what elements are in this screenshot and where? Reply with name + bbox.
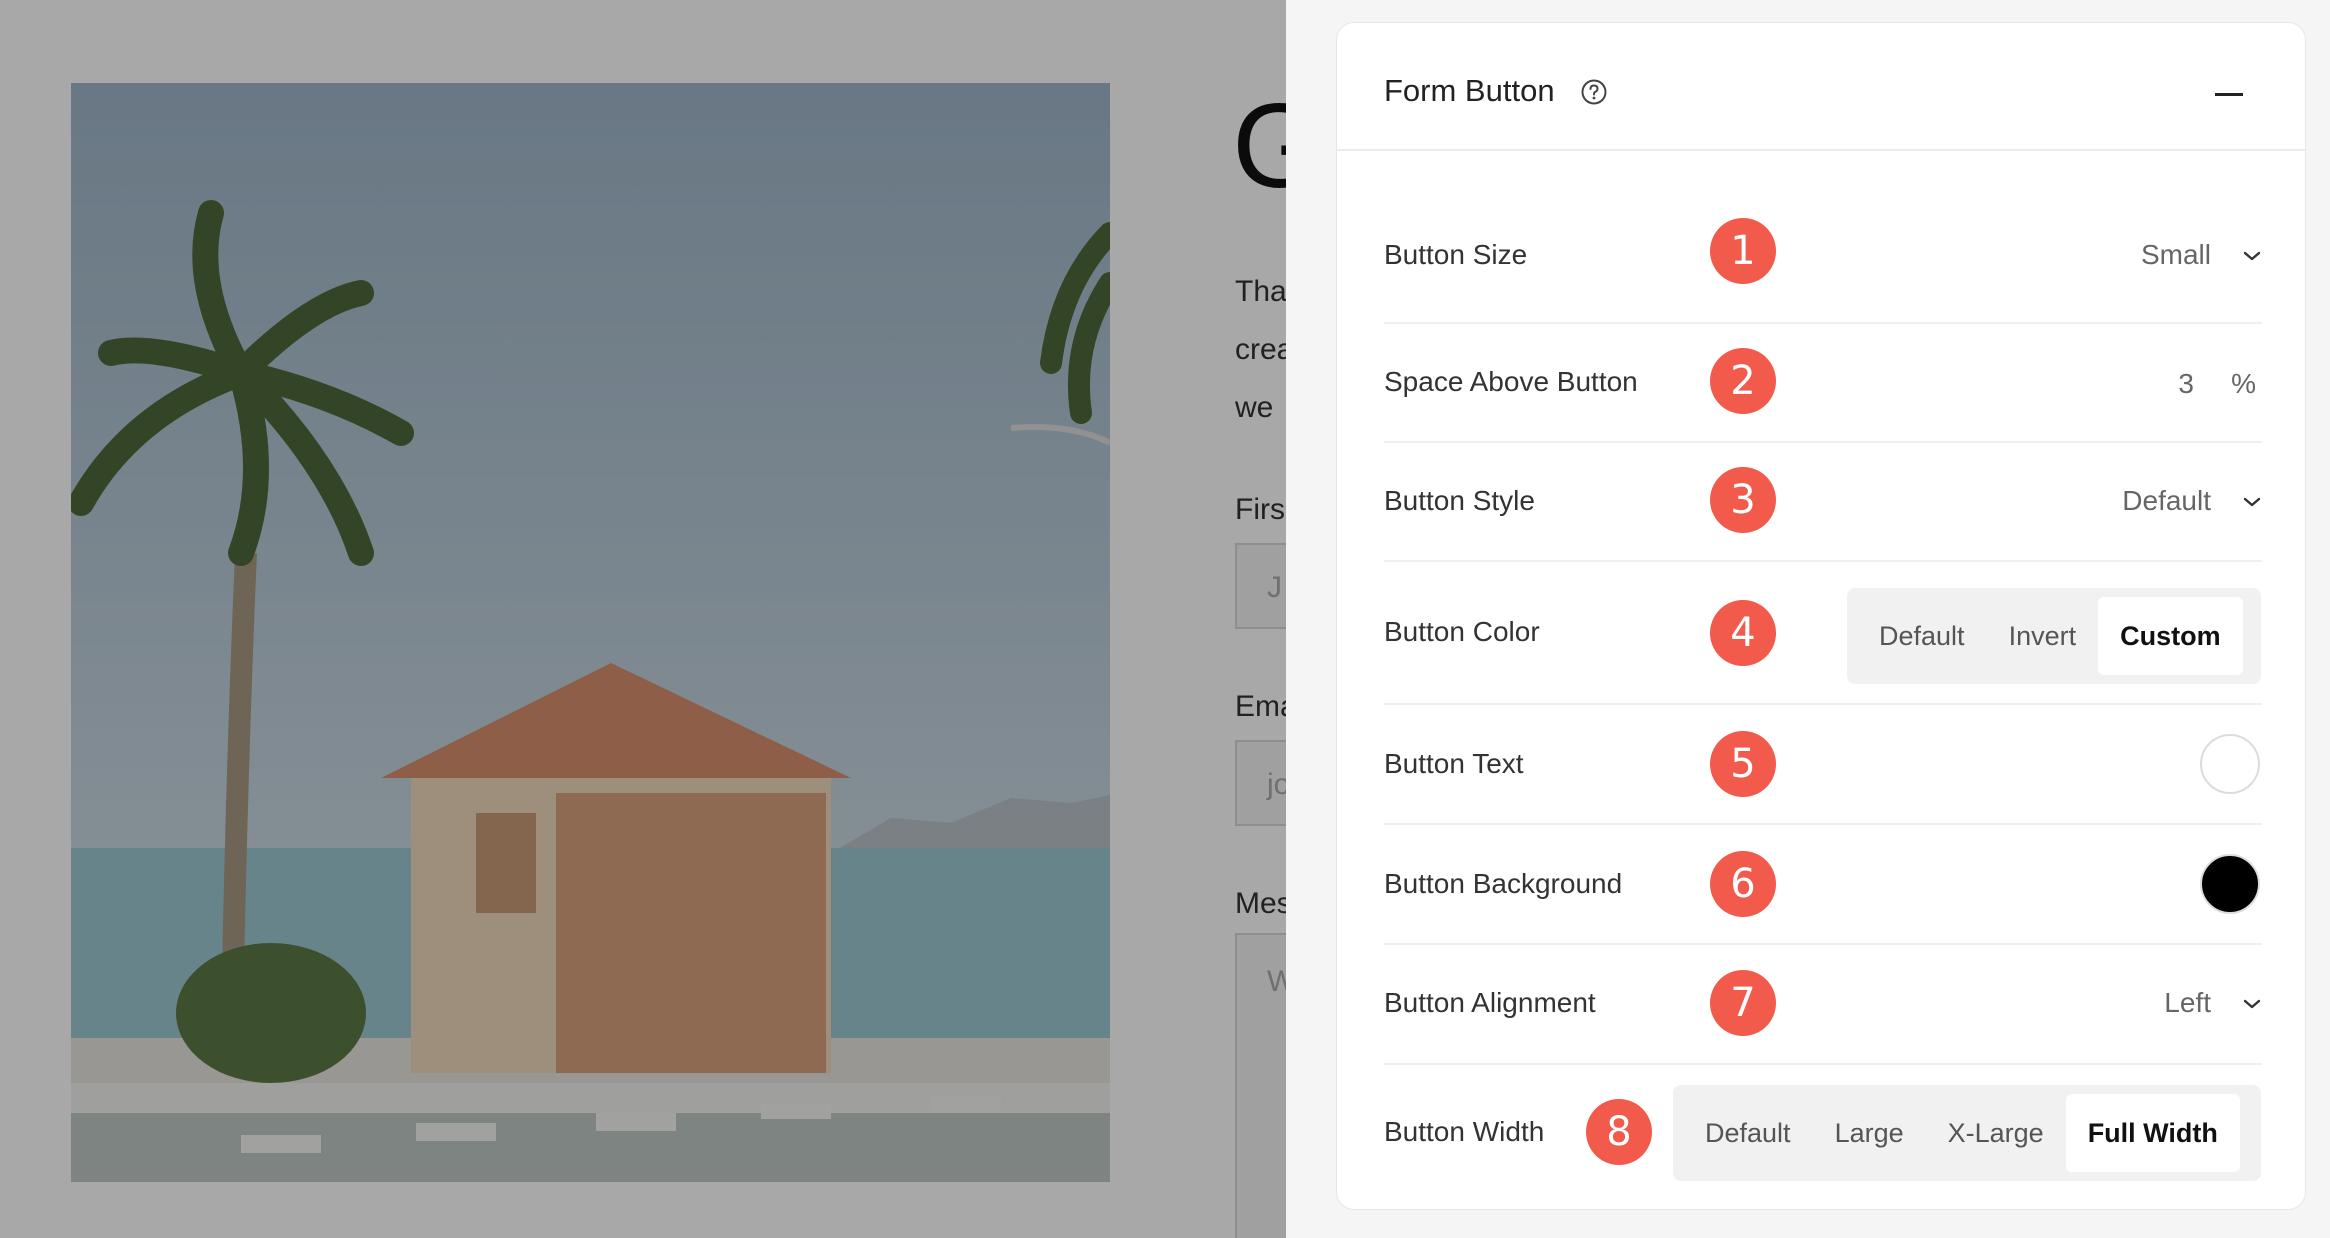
step-badge: 4	[1710, 600, 1776, 666]
setting-label: Button Width	[1384, 1116, 1545, 1147]
color-option-custom[interactable]: Custom	[2098, 597, 2243, 675]
step-badge: 5	[1710, 731, 1776, 797]
intro-text-line: crea	[1235, 333, 1286, 366]
width-option-x-large[interactable]: X-Large	[1926, 1094, 2066, 1172]
button-text-color-swatch[interactable]	[2200, 734, 2260, 794]
button-width-segmented: Default Large X-Large Full Width	[1673, 1085, 2261, 1181]
step-badge: 1	[1710, 218, 1776, 284]
form-first-name-field[interactable]: J	[1235, 543, 1286, 629]
form-button-settings-card: Form Button Button Size 1 Small Space Ab…	[1336, 22, 2306, 1210]
step-badge: 8	[1586, 1099, 1652, 1165]
step-badge: 7	[1710, 970, 1776, 1036]
page-heading-fragment: G	[1232, 79, 1286, 213]
form-email-field[interactable]: jo	[1235, 740, 1286, 826]
form-label-message: Mes	[1235, 887, 1286, 920]
button-style-select[interactable]: Default	[2122, 487, 2211, 515]
form-label-first-name: Firs	[1235, 493, 1285, 526]
setting-row-button-width: Button Width 8 Default Large X-Large Ful…	[1384, 1065, 2262, 1195]
button-background-color-swatch[interactable]	[2200, 854, 2260, 914]
chevron-down-icon[interactable]	[2242, 496, 2262, 508]
chevron-down-icon[interactable]	[2242, 250, 2262, 262]
color-option-invert[interactable]: Invert	[1987, 597, 2099, 675]
help-icon[interactable]	[1581, 79, 1607, 105]
collapse-icon[interactable]	[2215, 93, 2243, 96]
setting-row-button-size: Button Size 1 Small	[1384, 195, 2262, 324]
site-preview: G Tha crea we Firs J Ema jo Mes W	[0, 0, 1286, 1238]
setting-row-button-text: Button Text 5	[1384, 705, 2262, 825]
width-option-large[interactable]: Large	[1813, 1094, 1926, 1172]
card-header: Form Button	[1337, 23, 2305, 151]
unit-percent: %	[2231, 368, 2256, 399]
step-badge: 6	[1710, 851, 1776, 917]
setting-label: Button Style	[1384, 485, 1535, 516]
setting-row-button-color: Button Color 4 Default Invert Custom	[1384, 562, 2262, 705]
button-alignment-select[interactable]: Left	[2164, 989, 2211, 1017]
intro-text-line: we	[1235, 391, 1274, 424]
intro-text-line: Tha	[1235, 275, 1286, 308]
form-message-field[interactable]: W	[1235, 933, 1286, 1238]
step-badge: 3	[1710, 467, 1776, 533]
beach-hut-photo	[71, 83, 1110, 1182]
space-above-input[interactable]: 3	[2178, 370, 2194, 398]
setting-label: Button Background	[1384, 868, 1623, 899]
setting-row-button-background: Button Background 6	[1384, 825, 2262, 945]
card-title: Form Button	[1384, 73, 1555, 108]
color-option-default[interactable]: Default	[1857, 597, 1987, 675]
setting-row-button-style: Button Style 3 Default	[1384, 443, 2262, 562]
width-option-full-width[interactable]: Full Width	[2065, 1094, 2240, 1172]
setting-label: Button Text	[1384, 748, 1524, 779]
setting-row-space-above: Space Above Button 2 3 %	[1384, 324, 2262, 443]
chevron-down-icon[interactable]	[2242, 998, 2262, 1010]
width-option-default[interactable]: Default	[1683, 1094, 1813, 1172]
form-label-email: Ema	[1235, 690, 1286, 723]
button-color-segmented: Default Invert Custom	[1847, 588, 2261, 684]
setting-label: Button Size	[1384, 239, 1528, 270]
setting-row-button-alignment: Button Alignment 7 Left	[1384, 945, 2262, 1065]
button-size-select[interactable]: Small	[2141, 241, 2211, 269]
step-badge: 2	[1710, 348, 1776, 414]
setting-label: Space Above Button	[1384, 366, 1638, 397]
setting-label: Button Alignment	[1384, 987, 1596, 1018]
setting-label: Button Color	[1384, 616, 1540, 647]
